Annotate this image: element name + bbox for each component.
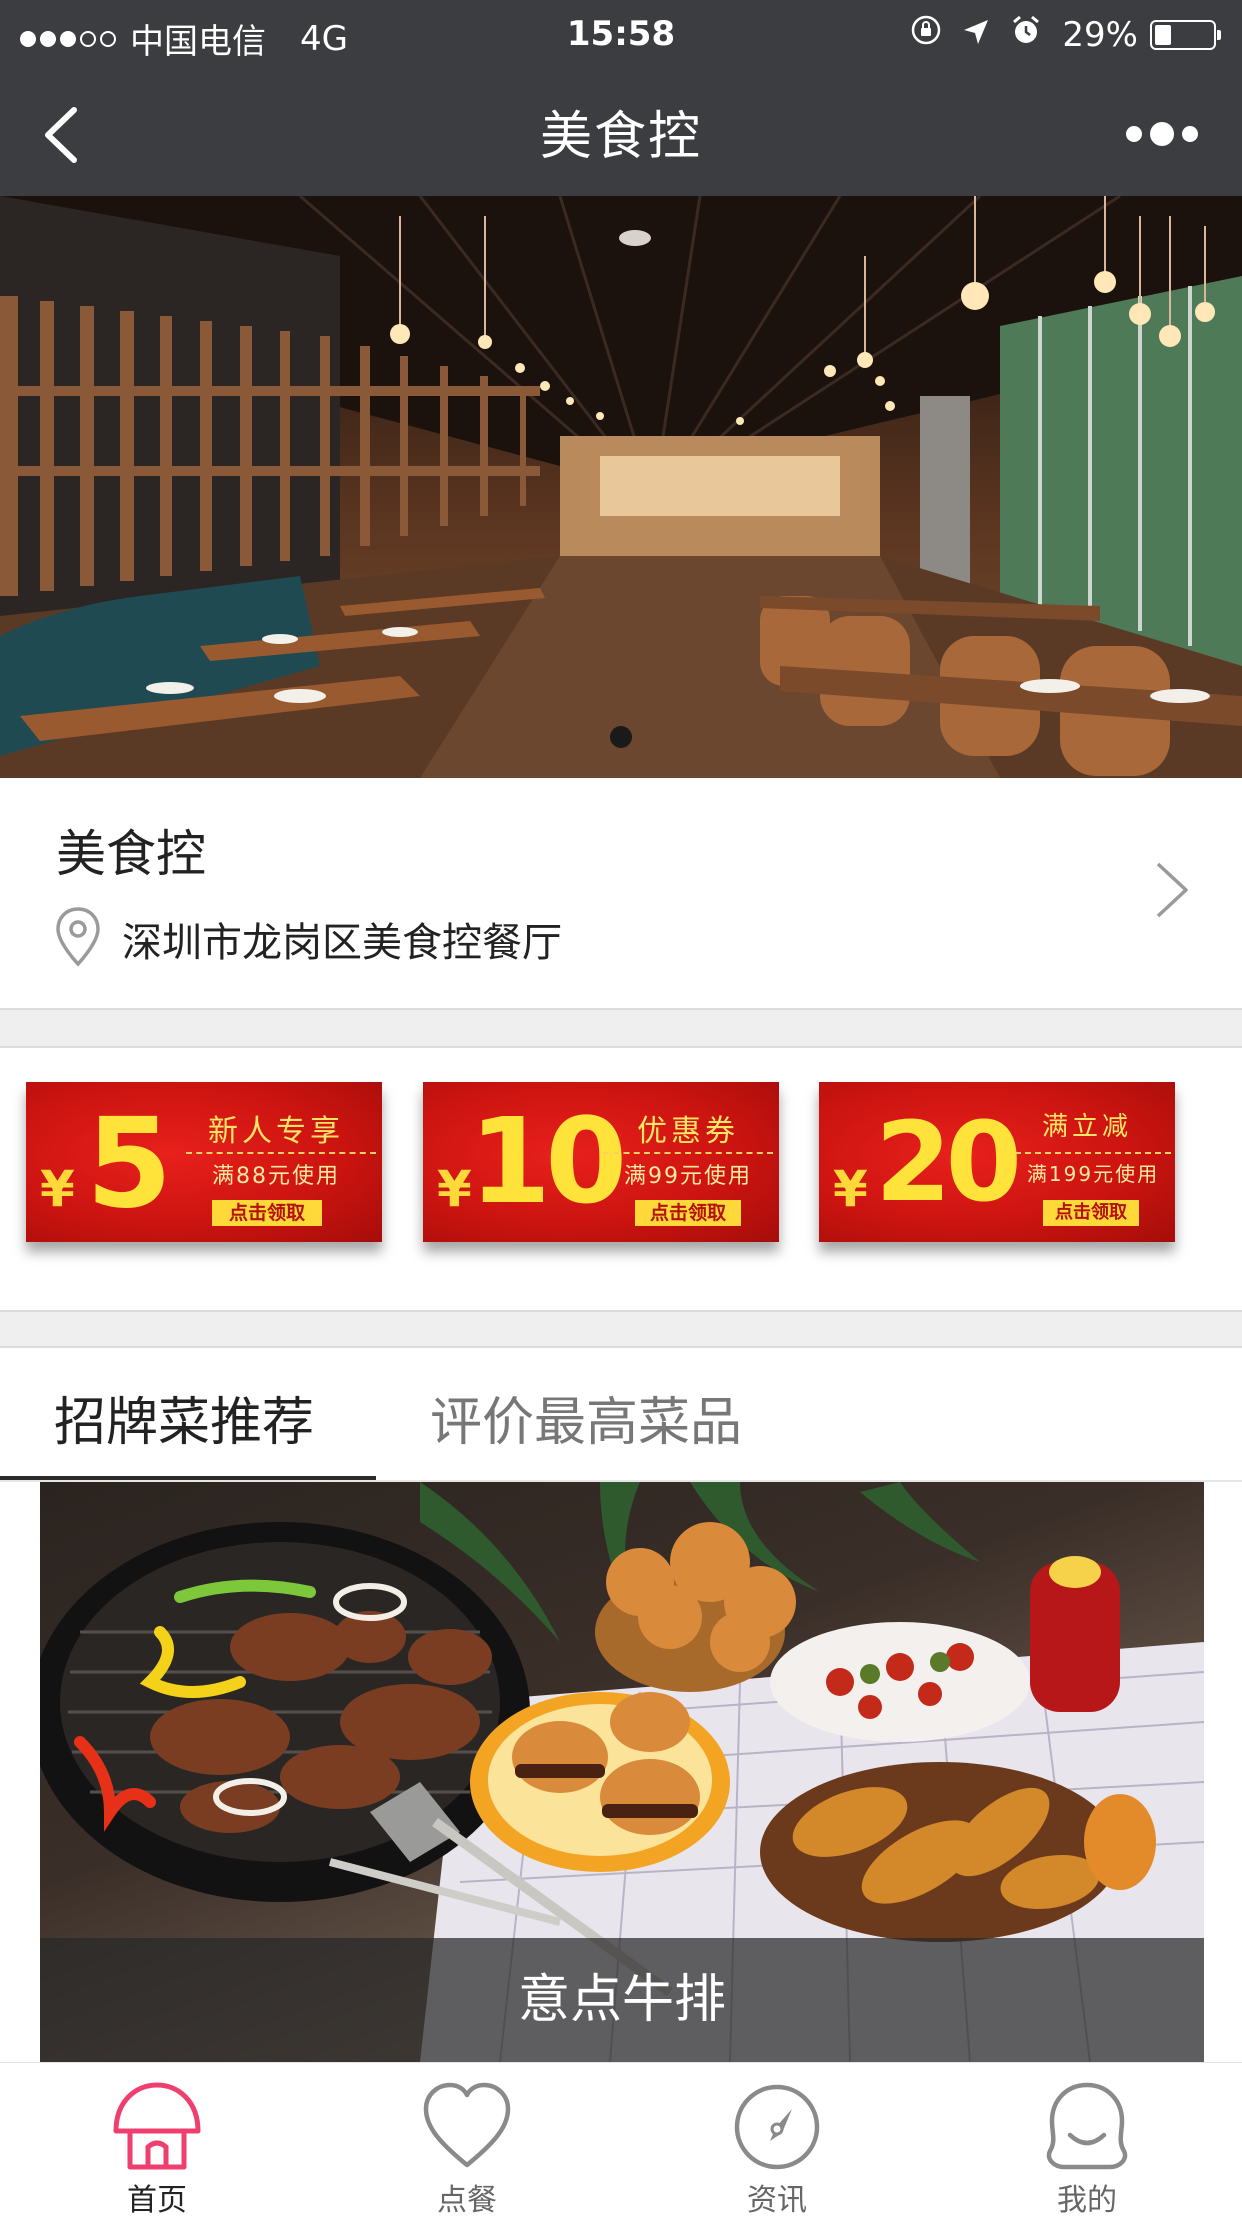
coupon-currency: ¥ bbox=[40, 1160, 75, 1218]
nav-bar: 美食控 bbox=[0, 72, 1242, 196]
home-mushroom-icon bbox=[110, 2081, 204, 2173]
claim-coupon-button[interactable]: 点击领取 bbox=[1043, 1200, 1139, 1226]
claim-coupon-button[interactable]: 点击领取 bbox=[212, 1200, 322, 1226]
coupon-title: 优惠券 bbox=[637, 1114, 739, 1149]
coupon-dash-line bbox=[603, 1152, 773, 1154]
featured-dish-card[interactable]: 意点牛排 bbox=[40, 1482, 1204, 2062]
location-arrow-icon bbox=[962, 15, 990, 55]
page-title: 美食控 bbox=[539, 107, 702, 167]
alarm-icon bbox=[1010, 14, 1042, 55]
coupon-title: 新人专享 bbox=[208, 1114, 344, 1149]
claim-coupon-button[interactable]: 点击领取 bbox=[635, 1200, 741, 1226]
coupon-condition: 满199元使用 bbox=[1026, 1162, 1160, 1186]
tab-order[interactable]: 点餐 bbox=[312, 2063, 622, 2218]
bottom-tab-bar: 首页 点餐 资讯 我的 bbox=[0, 2062, 1242, 2218]
chevron-right-icon[interactable] bbox=[1152, 858, 1192, 922]
restaurant-name: 美食控 bbox=[56, 825, 206, 883]
battery-icon bbox=[1150, 19, 1221, 50]
coupon-currency: ¥ bbox=[437, 1160, 472, 1218]
active-tab-indicator bbox=[0, 1476, 376, 1480]
dish-caption: 意点牛排 bbox=[40, 1938, 1204, 2062]
tab-signature-dishes[interactable]: 招牌菜推荐 bbox=[54, 1380, 314, 1455]
more-dots-icon[interactable] bbox=[1078, 112, 1198, 156]
coupon-dash-line bbox=[186, 1152, 376, 1154]
coupon-amount: 5 bbox=[86, 1092, 172, 1236]
user-bubble-icon bbox=[1040, 2081, 1134, 2173]
tab-home-label: 首页 bbox=[127, 2183, 187, 2218]
tab-profile[interactable]: 我的 bbox=[932, 2063, 1242, 2218]
heart-icon bbox=[420, 2081, 514, 2173]
coupon-condition: 满88元使用 bbox=[212, 1164, 340, 1189]
tab-news[interactable]: 资讯 bbox=[622, 2063, 932, 2218]
tab-home[interactable]: 首页 bbox=[2, 2063, 312, 2218]
coupon-card[interactable]: ¥ 10 优惠券 满99元使用 点击领取 bbox=[423, 1082, 779, 1242]
coupon-amount: 20 bbox=[875, 1098, 1022, 1226]
banner-carousel[interactable] bbox=[0, 196, 1242, 778]
restaurant-info-card[interactable]: 美食控 深圳市龙岗区美食控餐厅 bbox=[0, 778, 1242, 1008]
compass-icon bbox=[730, 2081, 824, 2173]
battery-level bbox=[1155, 24, 1171, 45]
restaurant-interior-photo bbox=[0, 196, 1242, 778]
coupon-condition: 满99元使用 bbox=[624, 1164, 752, 1189]
status-right: 29% bbox=[910, 14, 1221, 55]
section-divider bbox=[0, 1310, 1242, 1348]
tab-profile-label: 我的 bbox=[1057, 2183, 1117, 2218]
rotation-lock-icon bbox=[910, 14, 942, 55]
restaurant-address: 深圳市龙岗区美食控餐厅 bbox=[122, 920, 562, 966]
dish-tabs: 招牌菜推荐 评价最高菜品 bbox=[0, 1348, 1242, 1482]
coupon-currency: ¥ bbox=[833, 1160, 868, 1218]
tab-top-rated-dishes[interactable]: 评价最高菜品 bbox=[430, 1380, 742, 1455]
coupon-card[interactable]: ¥ 5 新人专享 满88元使用 点击领取 bbox=[26, 1082, 382, 1242]
coupon-title: 满立减 bbox=[1041, 1112, 1132, 1142]
location-pin-icon bbox=[54, 906, 102, 968]
status-bar: 中国电信 4G 15:58 29% bbox=[0, 0, 1242, 72]
tab-news-label: 资讯 bbox=[747, 2183, 807, 2218]
battery-percent: 29% bbox=[1062, 14, 1138, 55]
coupon-amount: 10 bbox=[469, 1092, 627, 1230]
section-divider bbox=[0, 1008, 1242, 1048]
coupon-list: ¥ 5 新人专享 满88元使用 点击领取 ¥ 10 优惠券 满99元使用 点击领… bbox=[0, 1048, 1242, 1310]
tab-order-label: 点餐 bbox=[437, 2183, 497, 2218]
carousel-dot[interactable] bbox=[610, 726, 632, 748]
coupon-card[interactable]: ¥ 20 满立减 满199元使用 点击领取 bbox=[819, 1082, 1175, 1242]
coupon-dash-line bbox=[1015, 1152, 1171, 1154]
